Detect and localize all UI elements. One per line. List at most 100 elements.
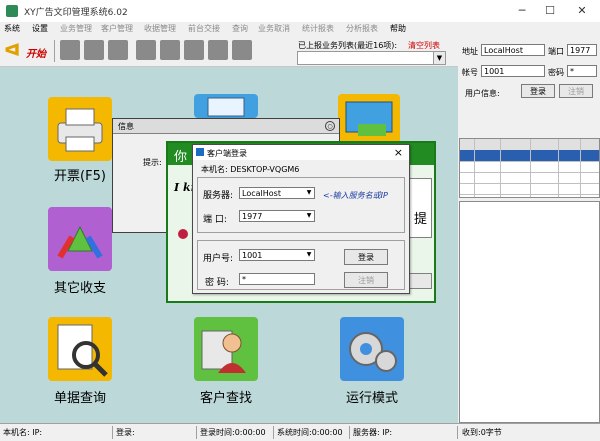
toolbar-customer-icon[interactable]	[84, 40, 104, 60]
start-icon: ᐊ	[4, 40, 21, 61]
menu-handover[interactable]: 前台交接	[188, 23, 220, 34]
toolbar-chart-icon[interactable]	[208, 40, 228, 60]
start-button[interactable]: ᐊ 开始	[4, 40, 50, 62]
welcome-card-header-text: 你	[174, 150, 188, 165]
invoice-tile[interactable]	[48, 97, 112, 161]
menu-query[interactable]: 查询	[232, 23, 248, 34]
user-info-label: 用户信息:	[465, 89, 500, 98]
port-label: 端 口:	[203, 215, 227, 225]
password-input[interactable]: *	[239, 273, 315, 285]
receipt-query-tile-label: 单据查询	[53, 391, 106, 406]
gears-icon	[349, 332, 397, 372]
printer-icon	[57, 108, 103, 152]
other-income-tile[interactable]	[48, 207, 112, 271]
login-app-icon	[196, 148, 204, 156]
login-title: 客户端登录	[207, 149, 247, 158]
chevron-down-icon[interactable]: ▼	[433, 52, 445, 64]
port-value: 1977	[242, 212, 263, 221]
menu-stats[interactable]: 统计报表	[302, 23, 334, 34]
start-label: 开始	[26, 49, 46, 60]
card-tile[interactable]	[338, 94, 400, 144]
message-list[interactable]	[459, 201, 600, 423]
menu-customer[interactable]: 客户管理	[101, 23, 133, 34]
password-input-right[interactable]: *	[567, 65, 597, 77]
toolbar-analysis-icon[interactable]	[232, 40, 252, 60]
login-dialog: 客户端登录 × 本机名: DESKTOP-VQGM6 服务器: LocalHos…	[192, 144, 410, 294]
other-income-tile-label: 其它收支	[53, 281, 106, 296]
menu-system[interactable]: 系统	[4, 23, 20, 34]
password-label-right: 密码	[548, 68, 564, 77]
menu-business[interactable]: 业务管理	[60, 23, 92, 34]
grid-divider	[580, 139, 581, 197]
port-select[interactable]: 1977 ▼	[239, 210, 315, 222]
toolbar-house-icon[interactable]	[136, 40, 156, 60]
grid-divider	[530, 139, 531, 197]
info-close-icon[interactable]: ○	[325, 121, 335, 131]
status-separator	[349, 426, 350, 439]
login-titlebar: 客户端登录 ×	[193, 145, 409, 160]
status-bar: 本机名: IP: 登录: 登录时间:0:00:00 系统时间:0:00:00 服…	[0, 423, 600, 441]
menu-settings[interactable]: 设置	[32, 23, 48, 34]
toolbar-receipt-icon[interactable]	[108, 40, 128, 60]
info-dialog-titlebar: 信息 ○	[113, 119, 339, 134]
server-label: 服务器:	[203, 191, 234, 201]
clear-list-link[interactable]: 清空列表	[408, 40, 440, 51]
menu-cancel[interactable]: 业务取消	[258, 23, 290, 34]
status-hostname: 本机名: IP:	[3, 428, 43, 437]
window-title: XY广告文印管理系统6.02	[24, 8, 128, 18]
menu-analysis[interactable]: 分析报表	[346, 23, 378, 34]
info-dialog-title: 信息	[118, 122, 134, 131]
chevron-down-icon[interactable]: ▼	[304, 188, 314, 198]
user-value: 1001	[242, 251, 263, 260]
toolbar-orders-icon[interactable]	[60, 40, 80, 60]
receipt-query-tile[interactable]	[48, 317, 112, 381]
menu-bar: 系统 设置 业务管理 客户管理 收据管理 前台交接 查询 业务取消 统计报表 分…	[0, 22, 600, 36]
run-mode-tile[interactable]	[340, 317, 404, 381]
password-label: 密 码:	[205, 278, 229, 288]
flower-icon	[178, 229, 188, 239]
right-logout-button[interactable]: 注销	[559, 84, 593, 98]
menu-receipt[interactable]: 收据管理	[144, 23, 176, 34]
user-label: 用户号:	[203, 254, 234, 264]
status-system-time: 系统时间:0:00:00	[277, 428, 343, 437]
right-login-button[interactable]: 登录	[521, 84, 555, 98]
port-input[interactable]: 1977	[567, 44, 597, 56]
document-tile[interactable]	[194, 94, 258, 118]
magnifier-icon	[57, 324, 108, 377]
toolbar-separator	[54, 40, 55, 62]
right-panel: 地址 LocalHost 端口 1977 帐号 1001 密码 * 用户信息: …	[459, 36, 600, 423]
server-group	[197, 177, 405, 233]
maximize-button[interactable]: ☐	[538, 2, 562, 20]
customer-find-tile-label: 客户查找	[199, 391, 252, 406]
app-icon	[6, 5, 18, 17]
chevron-down-icon[interactable]: ▼	[304, 211, 314, 221]
grid-divider	[500, 139, 501, 197]
user-select[interactable]: 1001 ▼	[239, 249, 315, 261]
customer-find-tile[interactable]	[194, 317, 258, 381]
status-received: 收到:0字节	[462, 428, 502, 437]
chevron-down-icon[interactable]: ▼	[304, 250, 314, 260]
address-input[interactable]: LocalHost	[481, 44, 545, 56]
status-login-time: 登录时间:0:00:00	[200, 428, 266, 437]
login-button[interactable]: 登录	[344, 249, 388, 265]
logout-button[interactable]: 注销	[344, 272, 388, 288]
recent-list-select[interactable]: ▼	[297, 51, 446, 65]
status-separator	[196, 426, 197, 439]
status-separator	[457, 426, 458, 439]
close-button[interactable]: ✕	[570, 2, 594, 20]
server-select[interactable]: LocalHost ▼	[239, 187, 315, 199]
grid-divider	[474, 139, 475, 197]
account-input[interactable]: 1001	[481, 65, 545, 77]
run-mode-tile-label: 运行模式	[345, 391, 398, 406]
user-info-grid[interactable]	[459, 138, 600, 198]
status-login: 登录:	[116, 428, 135, 437]
login-close-button[interactable]: ×	[394, 146, 403, 159]
menu-help[interactable]: 帮助	[390, 23, 406, 34]
minimize-button[interactable]: ─	[510, 2, 534, 20]
grid-divider	[558, 139, 559, 197]
hostname-readout: 本机名: DESKTOP-VQGM6	[201, 164, 299, 175]
toolbar-report-icon[interactable]	[184, 40, 204, 60]
toolbar-folder-icon[interactable]	[160, 40, 180, 60]
account-label: 帐号	[462, 68, 478, 77]
prompt-label: 提示:	[143, 158, 162, 167]
